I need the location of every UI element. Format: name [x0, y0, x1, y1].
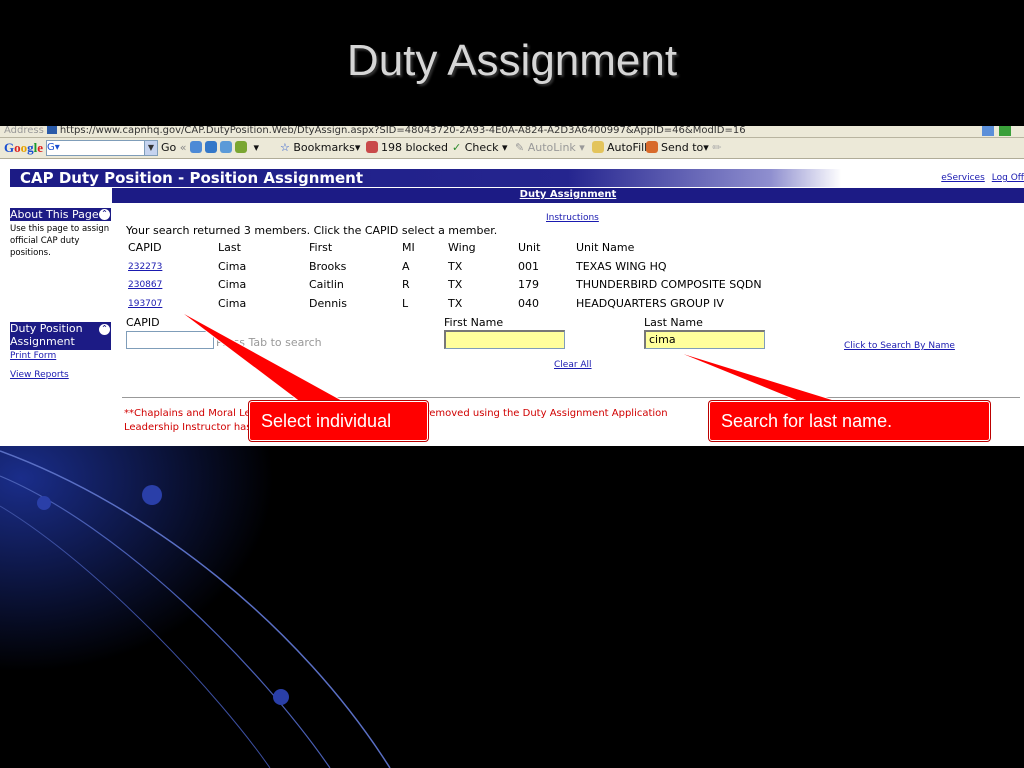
callout-arrow-left	[177, 309, 346, 403]
callout-arrows	[177, 309, 841, 403]
callout-search-last-name: Search for last name.	[709, 401, 990, 441]
callout-arrow-right	[671, 349, 841, 403]
callout-select-individual: Select individual	[249, 401, 428, 441]
